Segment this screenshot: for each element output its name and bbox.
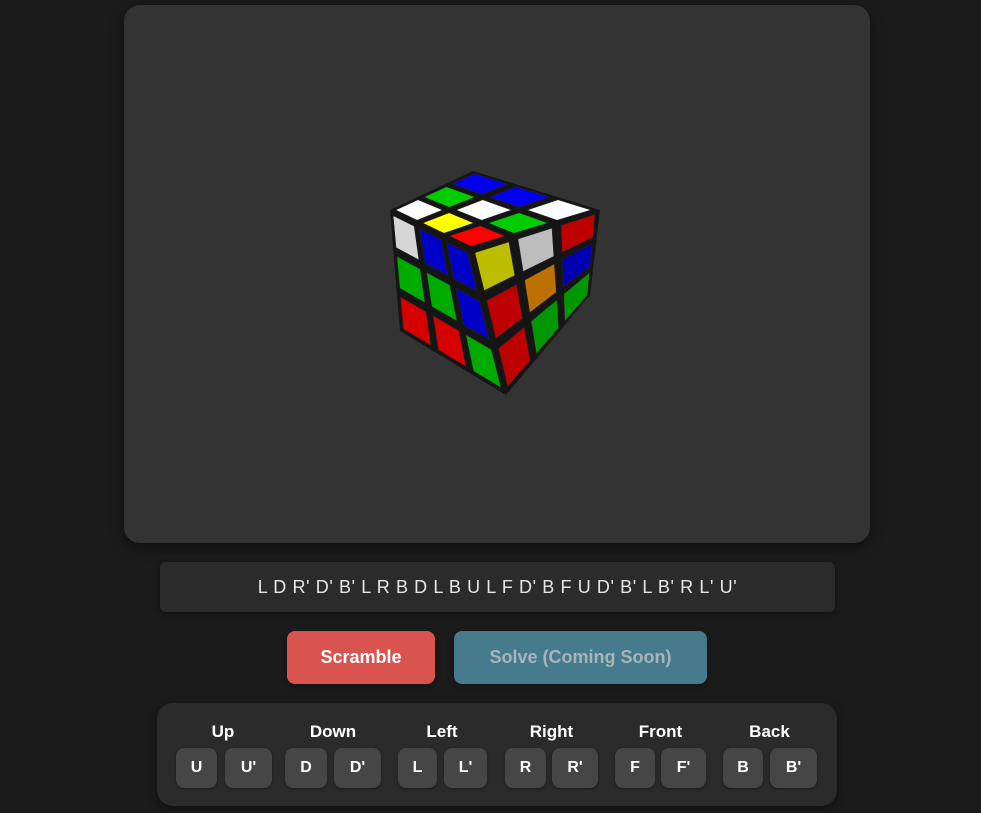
move-u-prime-button[interactable]: U' (225, 748, 272, 788)
move-controls: Up U U' Down D D' Left L L' Right R R' F… (157, 703, 837, 806)
move-r-prime-button[interactable]: R' (552, 748, 598, 788)
cube-viewport[interactable] (124, 5, 870, 543)
move-l-prime-button[interactable]: L' (444, 748, 487, 788)
group-left: Left L L' (397, 703, 487, 806)
rubiks-cube[interactable] (124, 5, 870, 543)
scramble-button[interactable]: Scramble (287, 631, 435, 684)
group-label-back: Back (749, 722, 790, 741)
move-b-prime-button[interactable]: B' (770, 748, 817, 788)
move-d-prime-button[interactable]: D' (334, 748, 381, 788)
move-b-button[interactable]: B (723, 748, 763, 788)
group-right: Right R R' (504, 703, 599, 806)
scramble-sequence: L D R' D' B' L R B D L B U L F D' B F U … (160, 562, 835, 612)
move-u-button[interactable]: U (176, 748, 217, 788)
group-label-left: Left (426, 722, 458, 741)
scramble-sequence-text: L D R' D' B' L R B D L B U L F D' B F U … (257, 576, 738, 597)
move-l-button[interactable]: L (398, 748, 437, 788)
group-label-front: Front (638, 722, 683, 741)
group-back: Back B B' (722, 703, 817, 806)
group-up: Up U U' (174, 703, 272, 806)
move-r-button[interactable]: R (505, 748, 546, 788)
group-label-up: Up (211, 722, 235, 741)
group-front: Front F F' (614, 703, 707, 806)
group-down: Down D D' (284, 703, 382, 806)
solve-button[interactable]: Solve (Coming Soon) (454, 631, 707, 684)
group-label-right: Right (529, 722, 574, 741)
move-f-prime-button[interactable]: F' (661, 748, 706, 788)
move-f-button[interactable]: F (615, 748, 655, 788)
move-d-button[interactable]: D (285, 748, 327, 788)
group-label-down: Down (309, 722, 357, 741)
